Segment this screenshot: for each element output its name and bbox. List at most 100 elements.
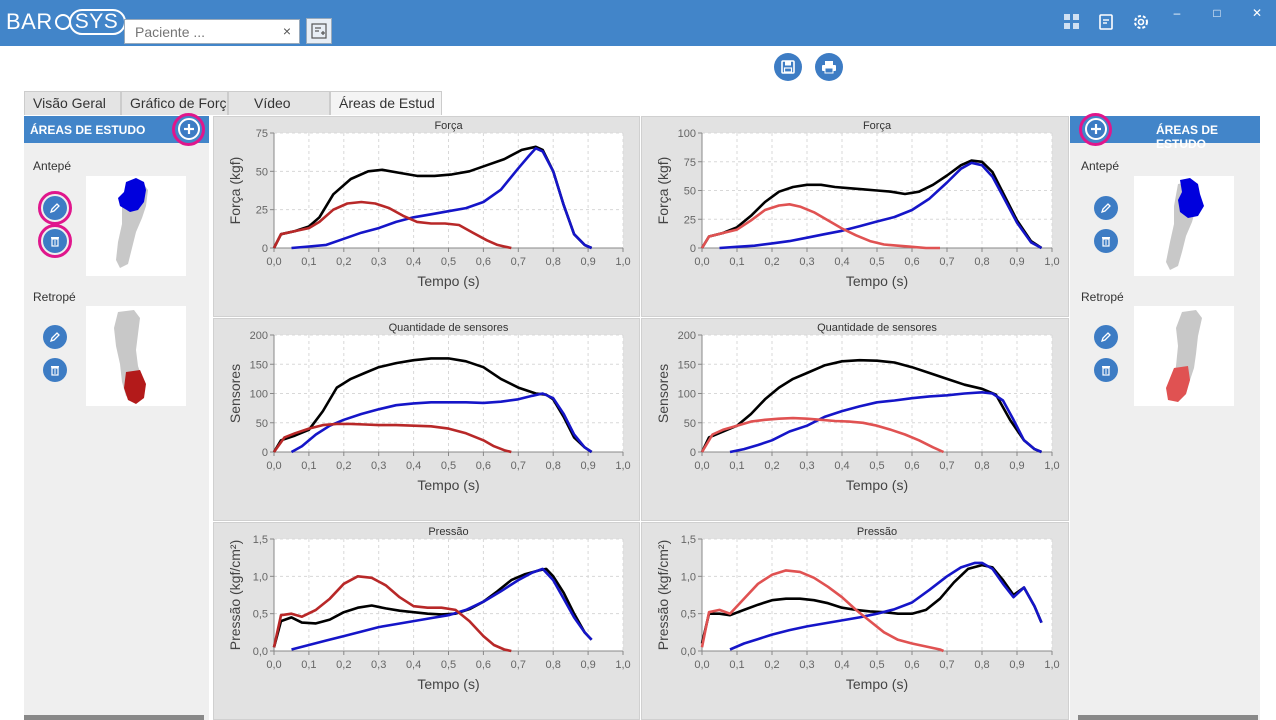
foot-map-antepe: [86, 176, 186, 276]
tab-grafico-forca[interactable]: Gráfico de Forç: [121, 91, 228, 115]
x-tick-label: 0,0: [266, 460, 281, 472]
report-icon[interactable]: [1096, 12, 1116, 32]
tab-areas-estudo[interactable]: Áreas de Estud: [330, 91, 442, 115]
y-axis-title: Sensores: [655, 364, 671, 423]
y-tick-label: 100: [678, 389, 696, 401]
foot-footprint-icon: [1166, 310, 1202, 402]
y-tick-label: 100: [678, 128, 696, 140]
x-tick-label: 0,8: [546, 460, 561, 472]
x-tick-label: 0,9: [580, 460, 595, 472]
edit-area-button[interactable]: [43, 325, 67, 349]
x-tick-label: 0,1: [301, 256, 316, 268]
y-tick-label: 50: [684, 418, 696, 430]
chart-pressao-right: Pressão 0,0 0,1 0,2 0,3 0,4 0,5 0,6 0,7 0,8 0,9 1,0…: [641, 522, 1069, 720]
chart-sensores-left: Quantidade de sensores 0,0 0,1 0,2 0,3 0,4 0,5…: [213, 318, 640, 521]
x-tick-label: 1,0: [615, 659, 630, 671]
x-tick-label: 0,2: [764, 659, 779, 671]
x-tick-label: 0,8: [974, 659, 989, 671]
left-panel-scrollbar[interactable]: [24, 715, 204, 720]
x-tick-label: 0,5: [869, 659, 884, 671]
x-axis-title: Tempo (s): [417, 273, 479, 289]
minimize-button[interactable]: –: [1163, 0, 1191, 26]
left-panel-title: ÁREAS DE ESTUDO: [30, 123, 146, 137]
area-label-retrope: Retropé: [1081, 290, 1124, 304]
x-tick-label: 0,4: [834, 256, 849, 268]
x-tick-label: 0,2: [336, 256, 351, 268]
save-button[interactable]: [774, 53, 802, 81]
x-axis-title: Tempo (s): [846, 676, 908, 692]
chart-sensores-right: Quantidade de sensores 0,0 0,1 0,2 0,3 0,4 0,5…: [641, 318, 1069, 521]
chart-title: Quantidade de sensores: [389, 322, 509, 334]
x-tick-label: 0,5: [441, 659, 456, 671]
print-button[interactable]: [815, 53, 843, 81]
chart-title: Força: [434, 120, 463, 132]
x-tick-label: 0,3: [799, 460, 814, 472]
tab-video[interactable]: Vídeo: [228, 91, 330, 115]
trash-icon: [1102, 237, 1110, 247]
y-tick-label: 0: [690, 243, 696, 255]
x-tick-label: 0,3: [799, 256, 814, 268]
close-button[interactable]: ✕: [1243, 0, 1271, 26]
maximize-button[interactable]: □: [1203, 0, 1231, 26]
print-icon: [822, 61, 836, 74]
y-axis-title: Sensores: [227, 364, 243, 423]
y-tick-label: 25: [684, 214, 696, 226]
save-icon: [781, 60, 795, 74]
x-tick-label: 0,9: [580, 256, 595, 268]
x-tick-label: 0,8: [974, 256, 989, 268]
settings-gear-icon[interactable]: [1131, 12, 1151, 32]
y-tick-label: 50: [256, 418, 268, 430]
y-tick-label: 200: [678, 330, 696, 342]
x-tick-label: 0,3: [371, 460, 386, 472]
layout-grid-icon[interactable]: [1062, 12, 1082, 32]
trash-icon: [1102, 366, 1110, 376]
line-chart: Força 0,0 0,1 0,2 0,3 0,4 0,5 0,6 0,7 0,8 0,9 1,0 0 2…: [655, 120, 1060, 289]
logo-text-left: BAR: [6, 9, 53, 34]
edit-area-button[interactable]: [1094, 196, 1118, 220]
highlight-ring: [172, 113, 205, 146]
clear-icon[interactable]: ×: [283, 23, 291, 39]
chart-title: Pressão: [857, 526, 897, 538]
foot-footprint-icon: [114, 310, 146, 404]
line-chart: Quantidade de sensores 0,0 0,1 0,2 0,3 0,4 0,5…: [655, 322, 1060, 493]
y-tick-label: 1,5: [253, 534, 268, 546]
y-tick-label: 1,5: [681, 534, 696, 546]
x-tick-label: 0,6: [904, 460, 919, 472]
x-tick-label: 1,0: [1044, 659, 1059, 671]
add-patient-button[interactable]: [306, 18, 332, 44]
x-tick-label: 0,0: [694, 659, 709, 671]
y-tick-label: 0: [262, 243, 268, 255]
x-tick-label: 0,2: [336, 460, 351, 472]
x-tick-label: 0,5: [869, 460, 884, 472]
tab-visao-geral[interactable]: Visão Geral: [24, 91, 121, 115]
pencil-icon: [1100, 332, 1111, 343]
main-tabs: Visão Geral Gráfico de Forç Vídeo Áreas …: [24, 91, 442, 115]
trash-icon: [51, 366, 59, 376]
y-tick-label: 0,5: [253, 609, 268, 621]
delete-area-button[interactable]: [43, 358, 67, 382]
x-tick-label: 0,3: [371, 256, 386, 268]
x-tick-label: 0,8: [546, 256, 561, 268]
x-axis-title: Tempo (s): [417, 477, 479, 493]
x-tick-label: 0,0: [266, 256, 281, 268]
x-tick-label: 0,1: [301, 460, 316, 472]
chart-title: Pressão: [428, 526, 468, 538]
x-tick-label: 0,6: [476, 659, 491, 671]
x-tick-label: 1,0: [1044, 256, 1059, 268]
y-axis-title: Força (kgf): [227, 157, 243, 225]
x-tick-label: 0,4: [406, 659, 421, 671]
line-chart: Quantidade de sensores 0,0 0,1 0,2 0,3 0,4 0,5…: [227, 322, 631, 493]
x-tick-label: 0,0: [694, 460, 709, 472]
edit-area-button[interactable]: [1094, 325, 1118, 349]
right-panel-header: ÁREAS DE ESTUDO: [1070, 113, 1260, 151]
barosys-logo: BAR SYS: [6, 9, 127, 35]
delete-area-button[interactable]: [1094, 229, 1118, 253]
x-axis-title: Tempo (s): [846, 477, 908, 493]
foot-map-retrope: [86, 306, 186, 406]
right-panel-scrollbar[interactable]: [1078, 715, 1258, 720]
delete-area-button[interactable]: [1094, 358, 1118, 382]
x-tick-label: 0,1: [301, 659, 316, 671]
patient-search-input[interactable]: [125, 20, 270, 43]
x-tick-label: 0,9: [580, 659, 595, 671]
chart-title: Quantidade de sensores: [817, 322, 937, 334]
